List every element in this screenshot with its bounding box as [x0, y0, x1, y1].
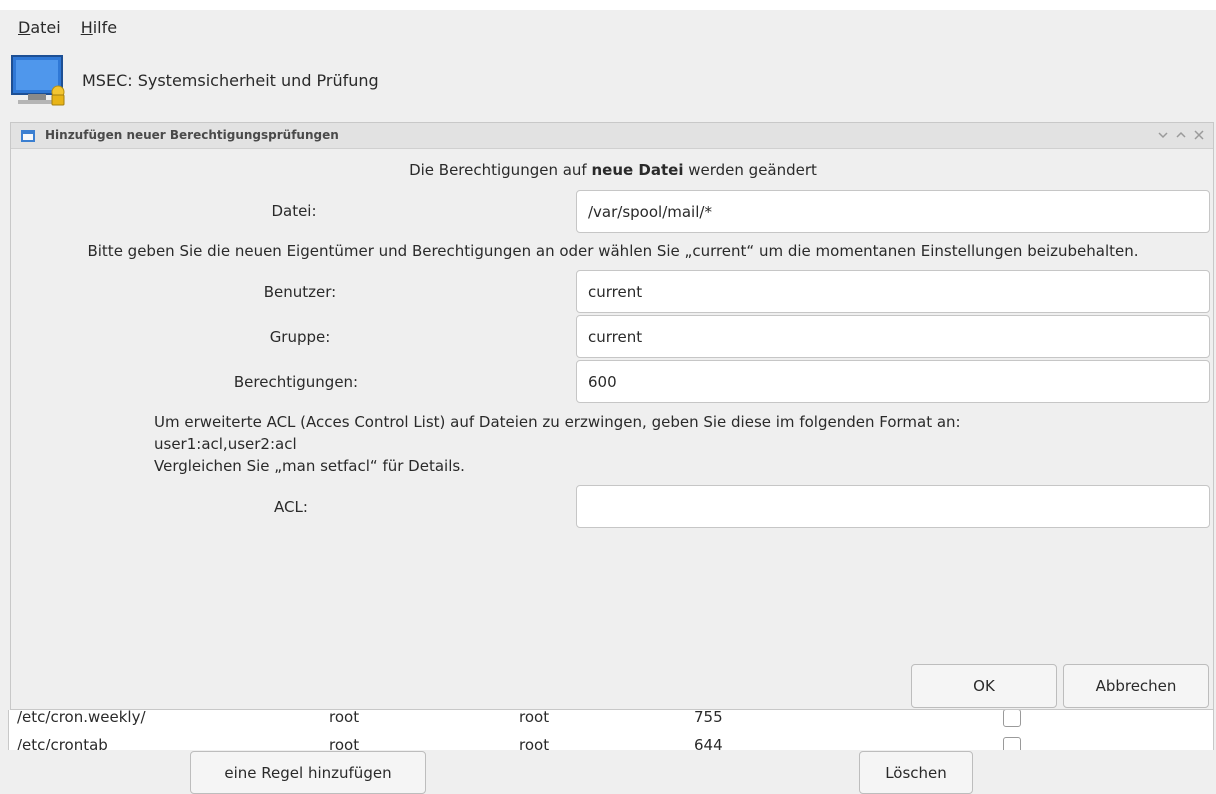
menu-file-label: atei — [30, 17, 61, 37]
acl-checkbox[interactable] — [1003, 737, 1021, 750]
add-rule-button[interactable]: eine Regel hinzufügen — [190, 751, 426, 794]
menu-help-label: ilfe — [92, 17, 118, 37]
group-input[interactable] — [576, 315, 1210, 358]
menu-help-mnemonic: H — [80, 17, 93, 37]
permissions-label: Berechtigungen: — [233, 373, 359, 391]
dialog-title: Hinzufügen neuer Berechtigungsprüfungen — [45, 128, 339, 142]
table-row[interactable]: /etc/crontab root root 644 — [9, 736, 1213, 750]
heading-suffix: werden geändert — [683, 161, 817, 179]
acl-note-reference: Vergleichen Sie „man setfacl“ für Detail… — [154, 457, 465, 475]
maximize-icon[interactable] — [1175, 127, 1187, 143]
cell-path: /etc/cron.weekly/ — [17, 710, 146, 726]
top-strip — [0, 0, 1216, 10]
file-input[interactable] — [576, 190, 1210, 233]
cancel-button[interactable]: Abbrechen — [1063, 664, 1209, 708]
instruction-text: Bitte geben Sie die neuen Eigentümer und… — [87, 242, 1139, 260]
delete-button[interactable]: Löschen — [859, 751, 973, 794]
cell-permissions: 755 — [694, 710, 723, 726]
user-label: Benutzer: — [263, 283, 337, 301]
app-header: MSEC: Systemsicherheit und Prüfung — [0, 44, 1216, 120]
acl-checkbox[interactable] — [1003, 710, 1021, 727]
table-row[interactable]: /etc/cron.weekly/ root root 755 — [9, 710, 1213, 732]
acl-note-format: user1:acl,user2:acl — [154, 435, 297, 453]
acl-input[interactable] — [576, 485, 1210, 528]
heading-prefix: Die Berechtigungen auf — [409, 161, 592, 179]
menu-file[interactable]: Datei — [18, 18, 61, 37]
add-permission-dialog: Hinzufügen neuer Berechtigungsprüfungen … — [10, 122, 1214, 710]
cell-user: root — [329, 736, 360, 750]
permissions-table: /etc/cron.weekly/ root root 755 /etc/cro… — [8, 710, 1214, 750]
dialog-heading: Die Berechtigungen auf neue Datei werden… — [11, 161, 1215, 179]
minimize-icon[interactable] — [1157, 127, 1169, 143]
bottom-toolbar: eine Regel hinzufügen Löschen — [0, 750, 1216, 794]
dialog-titlebar[interactable]: Hinzufügen neuer Berechtigungsprüfungen — [11, 123, 1213, 149]
window-controls — [1157, 127, 1205, 143]
acl-label: ACL: — [274, 498, 308, 516]
file-label: Datei: — [271, 202, 317, 220]
window-icon — [21, 130, 35, 142]
user-input[interactable] — [576, 270, 1210, 313]
heading-file-name: neue Datei — [591, 161, 684, 179]
group-label: Gruppe: — [269, 328, 331, 346]
close-icon[interactable] — [1193, 127, 1205, 143]
app-title: MSEC: Systemsicherheit und Prüfung — [82, 71, 379, 90]
cell-group: root — [519, 710, 550, 726]
menu-file-mnemonic: D — [18, 17, 31, 37]
menu-help[interactable]: Hilfe — [81, 18, 117, 37]
acl-note: Um erweiterte ACL (Acces Control List) a… — [154, 411, 961, 477]
cell-user: root — [329, 710, 360, 726]
ok-button[interactable]: OK — [911, 664, 1057, 708]
cell-permissions: 644 — [694, 736, 723, 750]
cell-path: /etc/crontab — [17, 736, 108, 750]
acl-note-line: Um erweiterte ACL (Acces Control List) a… — [154, 413, 961, 431]
cell-group: root — [519, 736, 550, 750]
menubar: Datei Hilfe — [0, 10, 1216, 44]
permissions-input[interactable] — [576, 360, 1210, 403]
monitor-shield-icon — [11, 55, 65, 106]
